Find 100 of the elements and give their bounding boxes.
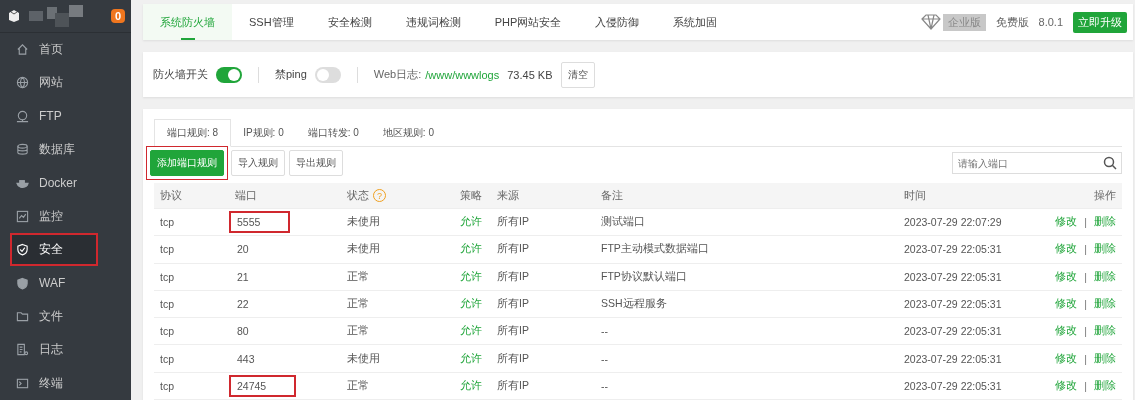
table-cell: 未使用 [347, 242, 380, 257]
table-cell: 允许 [460, 297, 482, 312]
table-cell: 允许 [460, 324, 482, 339]
separator: | [1084, 352, 1087, 365]
column-header: 协议 [160, 188, 182, 203]
server-icon [16, 109, 29, 123]
terminal-icon [16, 376, 29, 390]
nav-tab[interactable]: SSH管理 [232, 4, 311, 40]
toggle-label: 禁ping [275, 67, 307, 82]
nav-tab[interactable]: 系统加固 [656, 4, 735, 40]
table-cell: tcp [160, 325, 174, 338]
sidebar-item[interactable]: 终端 [0, 366, 131, 400]
table-cell: tcp [160, 270, 174, 283]
table-cell: 允许 [460, 215, 482, 230]
table-cell: 所有IP [497, 378, 529, 393]
nav-tab[interactable]: 安全检测 [310, 4, 389, 40]
table-cell: tcp [160, 352, 174, 365]
table-cell: 2023-07-29 22:05:31 [904, 325, 1002, 338]
sidebar-item[interactable]: FTP [0, 99, 131, 133]
table-cell: 允许 [460, 378, 482, 393]
table-cell: FTP协议默认端口 [601, 269, 687, 284]
rule-tab[interactable]: 端口转发: 0 [295, 119, 371, 147]
table-cell: 5555 [229, 211, 291, 234]
shield-icon [16, 276, 29, 290]
table-cell: 所有IP [497, 269, 529, 284]
redacted-area [29, 4, 85, 27]
table-cell: 2023-07-29 22:05:31 [904, 352, 1002, 365]
table-cell: FTP主动模式数据端口 [601, 242, 709, 257]
table-cell: 允许 [460, 242, 482, 257]
toggle-label: 防火墙开关 [153, 67, 208, 82]
sidebar-item[interactable]: 数据库 [0, 132, 131, 167]
table-cell: 允许 [460, 269, 482, 284]
toggle-switch[interactable] [216, 66, 242, 83]
rule-button[interactable]: 导入规则 [231, 150, 285, 176]
sidebar-item[interactable]: 日志 [0, 333, 131, 367]
edition-label: 免费版 [995, 14, 1029, 30]
table-cell: tcp [160, 379, 174, 392]
nav-tab[interactable]: 违规词检测 [388, 4, 478, 40]
column-header: 来源 [497, 188, 519, 203]
table-cell: 所有IP [497, 351, 529, 366]
table-cell: 所有IP [497, 215, 529, 230]
sidebar-item[interactable]: WAF [0, 266, 131, 300]
table-cell: 正常 [347, 297, 369, 312]
clear-button[interactable]: 清空 [560, 61, 595, 88]
search-icon[interactable] [1103, 156, 1117, 170]
separator: | [1084, 216, 1087, 229]
logo-icon [7, 8, 21, 23]
toggle-switch[interactable] [314, 66, 341, 83]
document-icon [16, 343, 29, 357]
column-header: 时间 [904, 188, 926, 203]
sidebar-item[interactable]: 监控 [0, 199, 131, 234]
table-cell-text: 20 [236, 242, 250, 258]
table-cell-text: 443 [236, 351, 256, 367]
folder-icon [16, 310, 29, 324]
web-log-label: Web日志: [373, 67, 422, 82]
shield-icon [16, 243, 29, 257]
table-cell: 所有IP [497, 242, 529, 257]
table-cell: -- [601, 379, 608, 392]
table-cell: 所有IP [497, 297, 529, 312]
nav-tab[interactable]: 入侵防御 [578, 4, 657, 40]
search-field[interactable]: 请输入端口 [952, 152, 1122, 174]
table-cell: 所有IP [497, 324, 529, 339]
table-cell: 测试端口 [601, 215, 645, 230]
column-header: 状态 [347, 188, 369, 203]
nav-tab[interactable]: PHP网站安全 [477, 4, 579, 40]
rule-tab[interactable]: IP规则: 0 [231, 119, 296, 147]
table-cell: 2023-07-29 22:05:31 [904, 379, 1002, 392]
table-cell: 未使用 [347, 351, 380, 366]
globe-icon [16, 76, 29, 90]
rule-tab[interactable]: 端口规则: 8 [154, 119, 232, 147]
table-cell: 2023-07-29 22:05:31 [904, 298, 1002, 311]
version-label: 8.0.1 [1038, 16, 1063, 28]
table-cell-text: 21 [236, 269, 250, 285]
table-cell: tcp [160, 216, 174, 229]
table-cell: 2023-07-29 22:07:29 [904, 216, 1002, 229]
table-cell: SSH远程服务 [601, 297, 667, 312]
table-cell: 2023-07-29 22:05:31 [904, 270, 1002, 283]
table-cell: 允许 [460, 351, 482, 366]
column-header: 操作 [1094, 188, 1116, 203]
rule-button[interactable]: 导出规则 [289, 150, 343, 176]
log-size: 73.45 KB [507, 68, 553, 81]
rule-tab[interactable]: 地区规则: 0 [370, 119, 446, 147]
table-cell: 2023-07-29 22:05:31 [904, 243, 1002, 256]
sidebar-item[interactable]: 网站 [0, 66, 131, 100]
diamond-icon [920, 14, 941, 30]
sidebar-item[interactable]: 首页 [0, 32, 131, 67]
sidebar-item[interactable]: 文件 [0, 299, 131, 334]
database-icon [16, 143, 29, 157]
table-cell-text: 80 [236, 324, 250, 340]
table-cell: tcp [160, 298, 174, 311]
sidebar-item[interactable]: Docker [0, 166, 131, 200]
separator: | [1084, 298, 1087, 311]
monitor-icon [16, 209, 29, 223]
table-cell-text: 22 [236, 297, 250, 313]
column-header: 备注 [601, 188, 623, 203]
table-cell: 正常 [347, 269, 369, 284]
table-cell: 未使用 [347, 215, 380, 230]
sidebar-item[interactable]: 安全 [10, 233, 98, 267]
table-cell: tcp [160, 243, 174, 256]
separator: | [1084, 243, 1087, 256]
